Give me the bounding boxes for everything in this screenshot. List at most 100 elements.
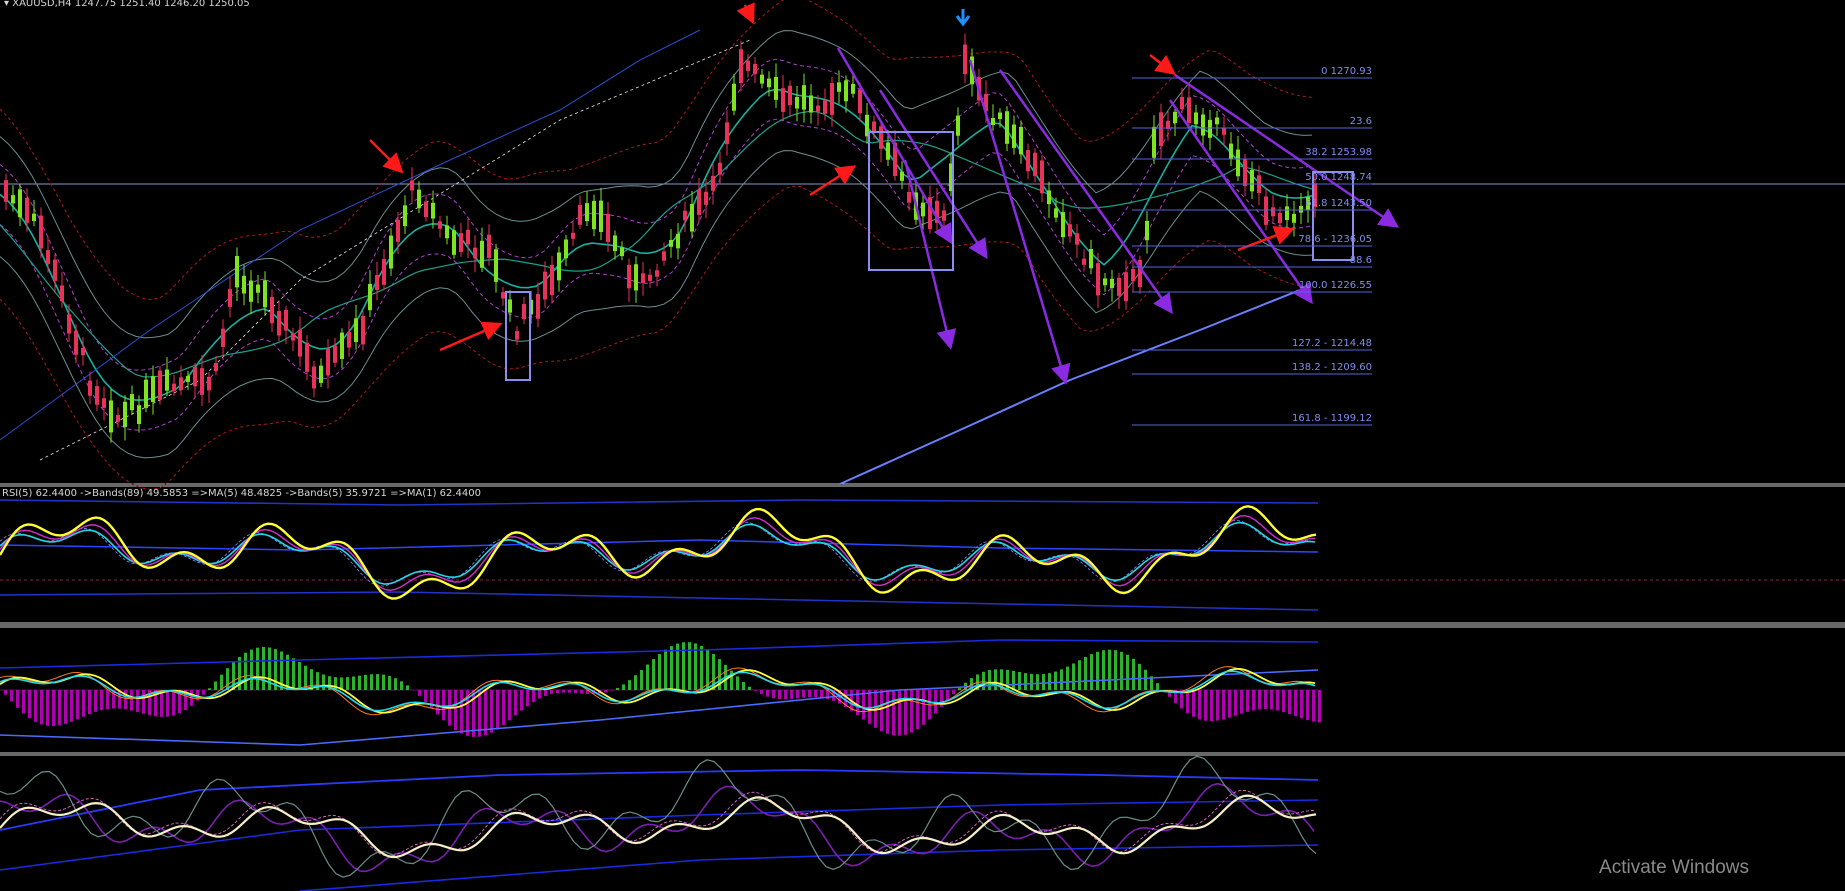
candle-body — [844, 80, 848, 102]
candle-body — [963, 44, 967, 75]
rsi-upper-band — [0, 499, 1319, 506]
price-bands — [0, 0, 1313, 491]
candle-body — [543, 271, 547, 300]
candle-body — [179, 377, 183, 390]
macd-histogram-bar — [1318, 690, 1321, 723]
macd-histogram-bar — [1222, 690, 1225, 720]
macd-histogram-bar — [436, 690, 439, 715]
candle-body — [683, 210, 687, 221]
macd-histogram-bar — [820, 690, 823, 698]
macd-histogram-bar — [994, 669, 997, 690]
macd-histogram-bar — [10, 690, 13, 702]
candle-body — [123, 401, 127, 427]
candle-body — [88, 380, 92, 396]
candle-body — [1096, 263, 1100, 296]
macd-histogram-bar — [1264, 690, 1267, 710]
candle-body — [116, 414, 120, 422]
macd-panel-plot — [0, 639, 1321, 746]
highlight-box — [1312, 171, 1354, 261]
macd-histogram-bar — [1138, 663, 1141, 690]
fib-level-label: 50.0 1248.74 — [1305, 172, 1372, 183]
macd-histogram-bar — [670, 646, 673, 690]
candle-body — [340, 332, 344, 359]
candle-body — [11, 195, 15, 204]
macd-histogram-bar — [1144, 669, 1147, 690]
candle-body — [1124, 272, 1128, 302]
macd-histogram-bar — [1294, 690, 1297, 717]
candle-body — [158, 370, 162, 400]
candle-body — [809, 95, 813, 113]
candle-body — [921, 202, 925, 217]
macd-histogram-bar — [1036, 674, 1039, 690]
macd-histogram-bar — [544, 690, 547, 697]
macd-histogram-bar — [1048, 673, 1051, 690]
candle-body — [802, 85, 806, 110]
candle-body — [214, 363, 218, 371]
candle-body — [816, 105, 820, 112]
fib-level-label: 127.2 - 1214.48 — [1292, 338, 1372, 349]
macd-histogram-bar — [1084, 657, 1087, 690]
macd-histogram-bar — [4, 690, 7, 695]
candle-body — [95, 386, 99, 405]
candle-body — [725, 122, 729, 145]
candle-body — [137, 405, 141, 424]
candle-body — [389, 235, 393, 269]
candle-body — [676, 233, 680, 249]
candle-body — [550, 264, 554, 296]
candle-body — [473, 247, 477, 259]
candle-body — [396, 219, 400, 242]
macd-histogram-bar — [796, 690, 799, 699]
rsi-panel-label: RSI(5) 62.4400 ->Bands(89) 49.5853 =>MA(… — [2, 488, 481, 499]
macd-histogram-bar — [400, 681, 403, 690]
candle-body — [277, 311, 281, 336]
candle-body — [361, 315, 365, 345]
macd-histogram-bar — [748, 686, 751, 690]
macd-histogram-bar — [904, 690, 907, 735]
candle-body — [263, 280, 267, 308]
macd-histogram-bar — [892, 690, 895, 736]
macd-histogram-bar — [1024, 673, 1027, 690]
macd-histogram-bar — [34, 690, 37, 722]
macd-histogram-bar — [136, 690, 139, 713]
macd-histogram-bar — [1078, 660, 1081, 690]
candle-body — [648, 274, 652, 281]
candle-body — [746, 60, 750, 71]
macd-histogram-bar — [418, 690, 421, 696]
candle-body — [1222, 128, 1226, 135]
candle-body — [67, 314, 71, 334]
macd-histogram-bar — [1132, 658, 1135, 690]
macd-histogram-bar — [1090, 654, 1093, 690]
macd-histogram-bar — [64, 690, 67, 724]
candle-body — [823, 100, 827, 114]
macd-histogram-bar — [784, 690, 787, 700]
band-line — [0, 88, 1313, 401]
candle-body — [1061, 212, 1065, 238]
macd-histogram-bar — [1054, 671, 1057, 690]
macd-histogram-bar — [292, 658, 295, 690]
macd-histogram-bar — [22, 690, 25, 714]
macd-histogram-bar — [394, 678, 397, 690]
macd-histogram-bar — [226, 668, 229, 690]
candle-body — [578, 204, 582, 225]
macd-histogram-bar — [118, 690, 121, 709]
macd-histogram-bar — [772, 690, 775, 699]
candle-body — [39, 215, 43, 249]
candle-body — [515, 331, 519, 340]
candle-body — [228, 289, 232, 307]
candle-body — [606, 213, 610, 242]
macd-histogram-bar — [688, 642, 691, 690]
candle-body — [1040, 160, 1044, 194]
chart-canvas[interactable] — [0, 0, 1845, 891]
candle-body — [522, 304, 526, 320]
candle-body — [711, 175, 715, 191]
candle-body — [669, 239, 673, 247]
candle-body — [403, 205, 407, 227]
candle-body — [235, 256, 239, 288]
candle-body — [886, 142, 890, 160]
candle-body — [368, 283, 372, 311]
macd-histogram-bar — [1204, 690, 1207, 721]
candle-body — [459, 233, 463, 252]
collapse-icon[interactable]: ▾ — [4, 0, 9, 9]
macd-histogram-bar — [562, 690, 565, 693]
candle-body — [1110, 278, 1114, 289]
